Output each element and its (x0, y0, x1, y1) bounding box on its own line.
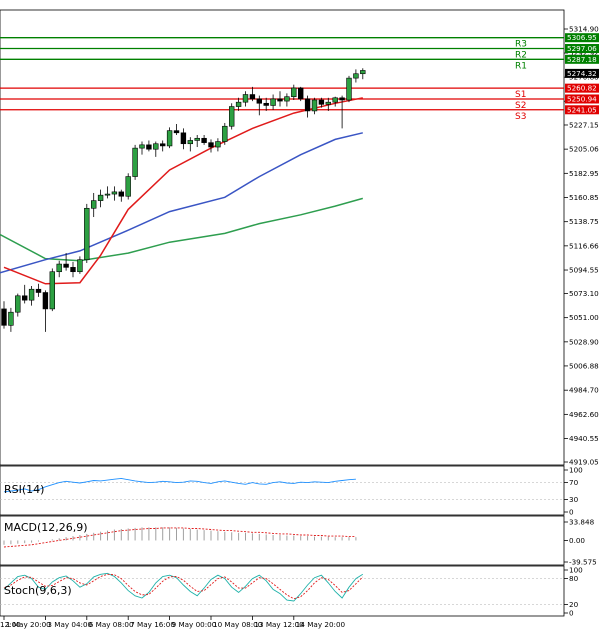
macd-tick-label: 0.00 (569, 536, 585, 545)
x-tick-label: 9 May 00:00 (172, 620, 217, 629)
y-tick-label: 5227.15 (569, 120, 599, 129)
candle-body (311, 99, 318, 112)
current-price-label: 5274.32 (567, 69, 597, 78)
support-label-s3: S3 (515, 112, 526, 122)
candle-body (242, 94, 249, 103)
stoch-label: Stoch(9,6,3) (4, 584, 72, 597)
candle-body (77, 259, 83, 273)
candle-body (263, 102, 269, 106)
rsi-tick-label: 30 (569, 495, 579, 504)
candle-body (146, 144, 152, 150)
support-price-label: 5241.05 (567, 105, 597, 114)
y-tick-label: 5182.95 (569, 169, 599, 178)
candle-body (173, 130, 180, 134)
resistance-price-label: 5297.06 (567, 44, 597, 53)
y-tick-label: 5160.85 (569, 193, 599, 202)
resistance-price-label: 5287.18 (567, 55, 597, 64)
y-tick-label: 5006.88 (569, 361, 599, 370)
candle-body (15, 295, 21, 313)
candle-body (318, 99, 325, 105)
candle-body (332, 97, 338, 103)
candle-body (166, 130, 173, 147)
candle-body (270, 98, 276, 106)
candle-body (104, 193, 111, 196)
support-price-label: 5250.94 (567, 94, 597, 103)
candle-body (208, 142, 214, 148)
y-tick-label: 4940.55 (569, 434, 599, 443)
x-tick-label: 3 May 04:00 (47, 620, 92, 629)
candle-body (277, 98, 283, 102)
candle-body (139, 144, 145, 149)
candle-body (97, 194, 104, 201)
candle-body (235, 101, 242, 107)
candle-body (256, 98, 262, 104)
candle-body (8, 311, 14, 326)
candle-body (70, 267, 76, 273)
candle-body (1, 308, 7, 326)
macd-tick-label: 33.848 (569, 518, 595, 527)
macd-label: MACD(12,26,9) (4, 521, 88, 534)
candle-body (153, 143, 159, 150)
y-tick-label: 4984.70 (569, 386, 599, 395)
candle-body (21, 295, 28, 301)
candle-body (222, 125, 228, 142)
y-tick-label: 5116.66 (569, 241, 599, 250)
candle-body (201, 137, 207, 143)
candle-body (360, 70, 366, 75)
candle-body (132, 147, 138, 177)
y-tick-label: 5073.10 (569, 289, 599, 298)
candle-body (297, 87, 304, 100)
candle-body (284, 96, 290, 102)
candle-body (42, 292, 49, 310)
support-price-label: 5260.82 (567, 84, 597, 93)
candle-body (187, 140, 193, 145)
candle-body (180, 132, 187, 145)
y-tick-label: 5051.00 (569, 313, 599, 322)
candle-body (28, 288, 35, 301)
candle-body (353, 73, 359, 79)
candle-body (49, 271, 56, 310)
x-tick-label: 7 May 16:00 (130, 620, 175, 629)
candle-body (346, 77, 352, 101)
candle-body (215, 141, 221, 148)
candle-body (35, 288, 42, 293)
candle-body (291, 87, 297, 98)
candle-body (111, 191, 118, 195)
y-tick-label: 4962.60 (569, 410, 599, 419)
rsi-label: RSI(14) (4, 483, 44, 496)
y-tick-label: 5094.55 (569, 266, 599, 275)
candle-body (194, 137, 200, 141)
candle-body (249, 94, 256, 100)
x-tick-label: 14 May 20:00 (296, 620, 346, 629)
rsi-tick-label: 0 (569, 508, 574, 517)
candle-body (325, 101, 331, 105)
resistance-label-r1: R1 (515, 61, 527, 71)
y-tick-label: 5138.75 (569, 217, 599, 226)
candle-body (118, 191, 125, 197)
candle-body (91, 200, 97, 209)
y-tick-label: 5314.90 (569, 25, 599, 34)
stoch-tick-label: 0 (569, 609, 574, 618)
candle-body (125, 176, 131, 197)
candle-body (339, 97, 345, 101)
rsi-tick-label: 100 (569, 466, 583, 475)
candle-body (84, 207, 90, 260)
candle-body (63, 263, 69, 268)
trading-chart: 5314.905292.925270.885248.865227.155205.… (0, 0, 600, 630)
y-tick-label: 5028.90 (569, 337, 599, 346)
x-tick-label: 1 May 20:00 (6, 620, 51, 629)
y-tick-label: 5205.06 (569, 145, 599, 154)
rsi-tick-label: 70 (569, 478, 579, 487)
candle-body (229, 106, 235, 127)
candle-body (56, 263, 62, 273)
stoch-tick-label: 80 (569, 574, 579, 583)
candle-body (304, 98, 311, 112)
candle-body (160, 143, 166, 147)
x-tick-label: 6 May 08:00 (89, 620, 134, 629)
resistance-price-label: 5306.95 (567, 33, 597, 42)
